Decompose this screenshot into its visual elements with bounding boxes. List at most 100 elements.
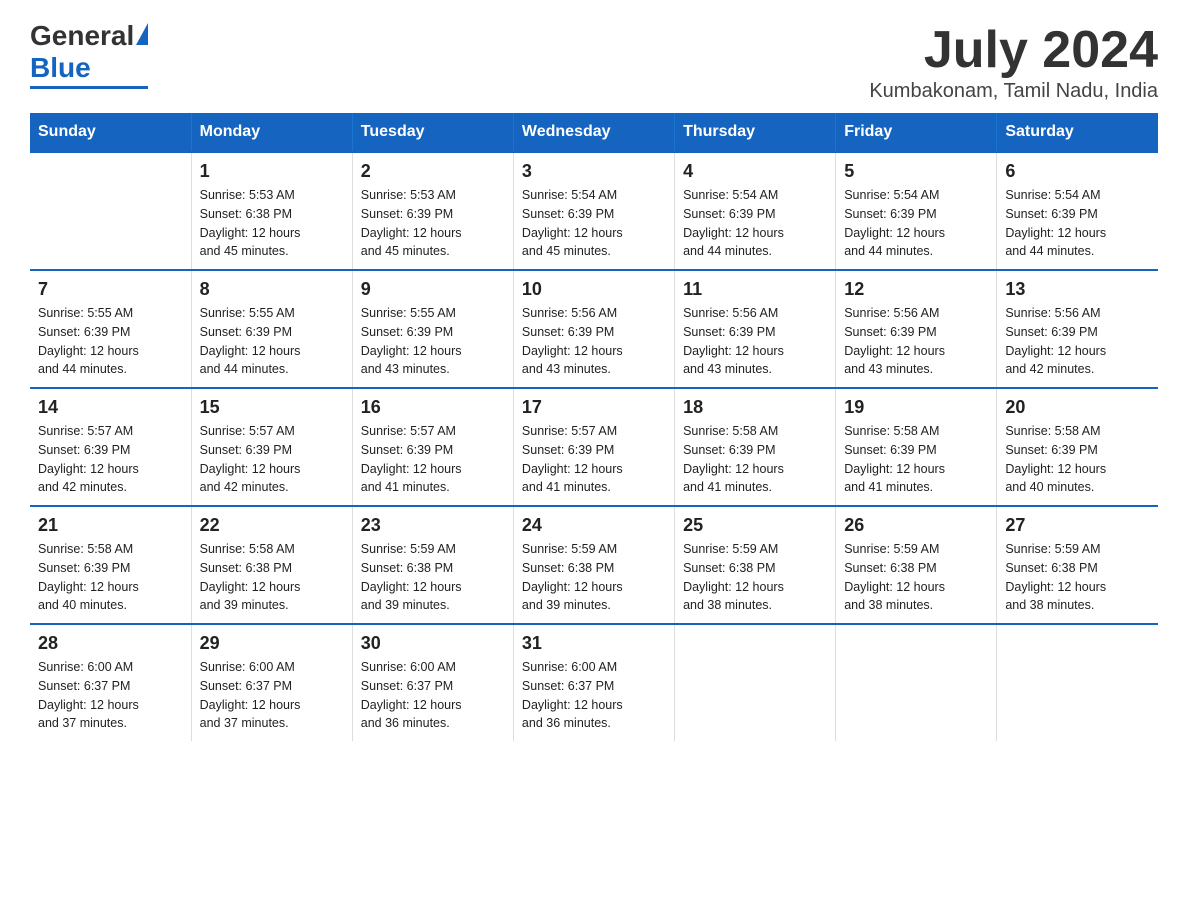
day-info: Sunrise: 5:53 AM Sunset: 6:39 PM Dayligh… [361, 186, 505, 261]
logo-blue-text: Blue [30, 52, 91, 84]
day-info: Sunrise: 5:57 AM Sunset: 6:39 PM Dayligh… [361, 422, 505, 497]
day-info: Sunrise: 5:54 AM Sunset: 6:39 PM Dayligh… [1005, 186, 1150, 261]
day-number: 31 [522, 633, 666, 654]
day-info: Sunrise: 5:54 AM Sunset: 6:39 PM Dayligh… [844, 186, 988, 261]
day-number: 18 [683, 397, 827, 418]
day-info: Sunrise: 5:59 AM Sunset: 6:38 PM Dayligh… [522, 540, 666, 615]
calendar-cell: 24Sunrise: 5:59 AM Sunset: 6:38 PM Dayli… [513, 506, 674, 624]
logo-general-text: General [30, 20, 134, 52]
day-number: 7 [38, 279, 183, 300]
calendar-cell [836, 624, 997, 741]
header-monday: Monday [191, 113, 352, 152]
day-info: Sunrise: 5:59 AM Sunset: 6:38 PM Dayligh… [844, 540, 988, 615]
calendar-cell: 14Sunrise: 5:57 AM Sunset: 6:39 PM Dayli… [30, 388, 191, 506]
day-number: 19 [844, 397, 988, 418]
calendar-cell: 2 Sunrise: 5:53 AM Sunset: 6:39 PM Daylig… [352, 152, 513, 270]
calendar-cell: 25Sunrise: 5:59 AM Sunset: 6:38 PM Dayli… [675, 506, 836, 624]
day-number: 15 [200, 397, 344, 418]
day-number: 29 [200, 633, 344, 654]
header-tuesday: Tuesday [352, 113, 513, 152]
calendar-cell [997, 624, 1158, 741]
day-info: Sunrise: 5:53 AM Sunset: 6:38 PM Dayligh… [200, 186, 344, 261]
day-number: 14 [38, 397, 183, 418]
day-info: Sunrise: 5:58 AM Sunset: 6:39 PM Dayligh… [1005, 422, 1150, 497]
day-info: Sunrise: 5:59 AM Sunset: 6:38 PM Dayligh… [361, 540, 505, 615]
day-number: 1 [200, 161, 344, 182]
day-number: 12 [844, 279, 988, 300]
day-number: 27 [1005, 515, 1150, 536]
header-sunday: Sunday [30, 113, 191, 152]
day-info: Sunrise: 5:57 AM Sunset: 6:39 PM Dayligh… [200, 422, 344, 497]
calendar-cell: 17 Sunrise: 5:57 AM Sunset: 6:39 PM Dayli… [513, 388, 674, 506]
day-number: 22 [200, 515, 344, 536]
day-info: Sunrise: 5:54 AM Sunset: 6:39 PM Dayligh… [683, 186, 827, 261]
calendar-week-row: 1 Sunrise: 5:53 AM Sunset: 6:38 PM Daylig… [30, 152, 1158, 270]
day-number: 28 [38, 633, 183, 654]
calendar-week-row: 28 Sunrise: 6:00 AM Sunset: 6:37 PM Dayli… [30, 624, 1158, 741]
day-number: 6 [1005, 161, 1150, 182]
day-info: Sunrise: 5:56 AM Sunset: 6:39 PM Dayligh… [683, 304, 827, 379]
calendar-cell: 12 Sunrise: 5:56 AM Sunset: 6:39 PM Dayli… [836, 270, 997, 388]
header-saturday: Saturday [997, 113, 1158, 152]
day-info: Sunrise: 5:58 AM Sunset: 6:39 PM Dayligh… [683, 422, 827, 497]
calendar-cell: 15 Sunrise: 5:57 AM Sunset: 6:39 PM Dayli… [191, 388, 352, 506]
day-info: Sunrise: 6:00 AM Sunset: 6:37 PM Dayligh… [361, 658, 505, 733]
calendar-cell: 23 Sunrise: 5:59 AM Sunset: 6:38 PM Dayli… [352, 506, 513, 624]
calendar-week-row: 21Sunrise: 5:58 AM Sunset: 6:39 PM Dayli… [30, 506, 1158, 624]
day-info: Sunrise: 5:58 AM Sunset: 6:39 PM Dayligh… [38, 540, 183, 615]
day-info: Sunrise: 5:59 AM Sunset: 6:38 PM Dayligh… [683, 540, 827, 615]
calendar-cell: 9 Sunrise: 5:55 AM Sunset: 6:39 PM Daylig… [352, 270, 513, 388]
calendar-cell: 5 Sunrise: 5:54 AM Sunset: 6:39 PM Daylig… [836, 152, 997, 270]
day-info: Sunrise: 5:56 AM Sunset: 6:39 PM Dayligh… [844, 304, 988, 379]
page-header: General Blue July 2024 Kumbakonam, Tamil… [30, 20, 1158, 103]
day-number: 26 [844, 515, 988, 536]
day-info: Sunrise: 5:59 AM Sunset: 6:38 PM Dayligh… [1005, 540, 1150, 615]
page-subtitle: Kumbakonam, Tamil Nadu, India [869, 80, 1158, 103]
day-info: Sunrise: 5:55 AM Sunset: 6:39 PM Dayligh… [200, 304, 344, 379]
day-number: 23 [361, 515, 505, 536]
calendar-cell [675, 624, 836, 741]
day-number: 17 [522, 397, 666, 418]
page-title: July 2024 [869, 20, 1158, 80]
calendar-cell [30, 152, 191, 270]
calendar-cell: 22Sunrise: 5:58 AM Sunset: 6:38 PM Dayli… [191, 506, 352, 624]
logo-underline [30, 86, 148, 89]
calendar-cell: 4 Sunrise: 5:54 AM Sunset: 6:39 PM Daylig… [675, 152, 836, 270]
calendar-cell: 13Sunrise: 5:56 AM Sunset: 6:39 PM Dayli… [997, 270, 1158, 388]
day-info: Sunrise: 5:54 AM Sunset: 6:39 PM Dayligh… [522, 186, 666, 261]
day-number: 8 [200, 279, 344, 300]
calendar-cell: 20 Sunrise: 5:58 AM Sunset: 6:39 PM Dayli… [997, 388, 1158, 506]
calendar-cell: 18 Sunrise: 5:58 AM Sunset: 6:39 PM Dayli… [675, 388, 836, 506]
day-number: 30 [361, 633, 505, 654]
day-info: Sunrise: 5:55 AM Sunset: 6:39 PM Dayligh… [361, 304, 505, 379]
day-number: 13 [1005, 279, 1150, 300]
calendar-cell: 6 Sunrise: 5:54 AM Sunset: 6:39 PM Daylig… [997, 152, 1158, 270]
day-info: Sunrise: 5:57 AM Sunset: 6:39 PM Dayligh… [522, 422, 666, 497]
day-number: 11 [683, 279, 827, 300]
calendar-cell: 3Sunrise: 5:54 AM Sunset: 6:39 PM Daylig… [513, 152, 674, 270]
calendar-table: SundayMondayTuesdayWednesdayThursdayFrid… [30, 113, 1158, 741]
logo-triangle-icon [136, 23, 148, 45]
day-info: Sunrise: 5:58 AM Sunset: 6:39 PM Dayligh… [844, 422, 988, 497]
calendar-cell: 1 Sunrise: 5:53 AM Sunset: 6:38 PM Daylig… [191, 152, 352, 270]
header-friday: Friday [836, 113, 997, 152]
calendar-cell: 16 Sunrise: 5:57 AM Sunset: 6:39 PM Dayli… [352, 388, 513, 506]
calendar-cell: 7 Sunrise: 5:55 AM Sunset: 6:39 PM Daylig… [30, 270, 191, 388]
day-info: Sunrise: 5:55 AM Sunset: 6:39 PM Dayligh… [38, 304, 183, 379]
logo: General Blue [30, 20, 148, 89]
calendar-cell: 31Sunrise: 6:00 AM Sunset: 6:37 PM Dayli… [513, 624, 674, 741]
day-number: 16 [361, 397, 505, 418]
day-info: Sunrise: 5:56 AM Sunset: 6:39 PM Dayligh… [522, 304, 666, 379]
header-wednesday: Wednesday [513, 113, 674, 152]
calendar-cell: 8 Sunrise: 5:55 AM Sunset: 6:39 PM Daylig… [191, 270, 352, 388]
calendar-header-row: SundayMondayTuesdayWednesdayThursdayFrid… [30, 113, 1158, 152]
day-number: 5 [844, 161, 988, 182]
title-block: July 2024 Kumbakonam, Tamil Nadu, India [869, 20, 1158, 103]
day-number: 9 [361, 279, 505, 300]
calendar-cell: 30 Sunrise: 6:00 AM Sunset: 6:37 PM Dayli… [352, 624, 513, 741]
day-number: 2 [361, 161, 505, 182]
day-number: 20 [1005, 397, 1150, 418]
day-number: 4 [683, 161, 827, 182]
calendar-week-row: 14 Sunrise: 5:57 AM Sunset: 6:39 PM Dayli… [30, 388, 1158, 506]
calendar-cell: 21Sunrise: 5:58 AM Sunset: 6:39 PM Dayli… [30, 506, 191, 624]
